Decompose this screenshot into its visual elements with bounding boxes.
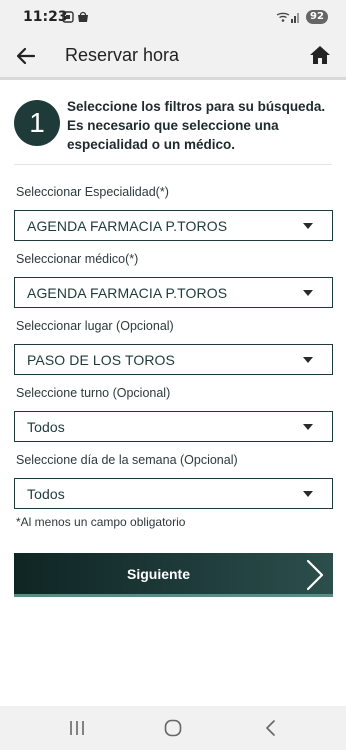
step-instructions: Seleccione los filtros para su búsqueda.… (67, 99, 326, 152)
nav-home-button[interactable] (163, 718, 183, 738)
wifi-signal-icon (276, 12, 299, 23)
nav-back-button[interactable] (261, 718, 281, 738)
doctor-select[interactable]: AGENDA FARMACIA P.TOROS (14, 277, 333, 308)
status-time: 11:23 (23, 9, 68, 25)
arrow-left-icon (16, 47, 36, 65)
shift-label: Seleccione turno (Opcional) (16, 386, 171, 400)
system-nav-bar (0, 706, 346, 750)
back-button[interactable] (14, 44, 38, 68)
weekday-select[interactable]: Todos (14, 478, 333, 509)
nav-back-icon (266, 720, 275, 736)
home-button[interactable] (308, 43, 332, 67)
weekday-value: Todos (27, 486, 65, 502)
location-label: Seleccionar lugar (Opcional) (16, 319, 174, 333)
step-number-badge: 1 (14, 100, 60, 146)
recents-icon (70, 721, 84, 735)
doctor-label: Seleccionar médico(*) (16, 252, 139, 266)
shift-value: Todos (27, 419, 65, 435)
next-button-label: Siguiente (126, 566, 190, 582)
specialty-select[interactable]: AGENDA FARMACIA P.TOROS (14, 210, 333, 241)
dropdown-arrow-icon (303, 223, 313, 229)
location-value: PASO DE LOS TOROS (27, 352, 175, 368)
notification-icons (62, 10, 92, 28)
weekday-label: Seleccione día de la semana (Opcional) (16, 453, 238, 467)
specialty-label: Seleccionar Especialidad(*) (16, 185, 169, 199)
dropdown-arrow-icon (303, 357, 313, 363)
location-select[interactable]: PASO DE LOS TOROS (14, 344, 333, 375)
specialty-value: AGENDA FARMACIA P.TOROS (27, 218, 228, 234)
dropdown-arrow-icon (303, 290, 313, 296)
nav-home-icon (164, 719, 182, 737)
dropdown-arrow-icon (303, 491, 313, 497)
recents-button[interactable] (67, 718, 87, 738)
status-bar: 11:23 92 (0, 0, 346, 32)
app-bar: Reservar hora (0, 32, 346, 80)
battery-indicator: 92 (306, 10, 328, 24)
dropdown-arrow-icon (303, 424, 313, 430)
shift-select[interactable]: Todos (14, 411, 333, 442)
next-button[interactable]: Siguiente (14, 553, 333, 597)
screenshot-icon (62, 11, 88, 23)
home-icon (310, 46, 330, 64)
page-title: Reservar hora (65, 45, 180, 65)
chevron-right-icon (306, 559, 324, 591)
required-note: *Al menos un campo obligatorio (16, 515, 186, 529)
doctor-value: AGENDA FARMACIA P.TOROS (27, 285, 228, 301)
divider (14, 164, 332, 165)
